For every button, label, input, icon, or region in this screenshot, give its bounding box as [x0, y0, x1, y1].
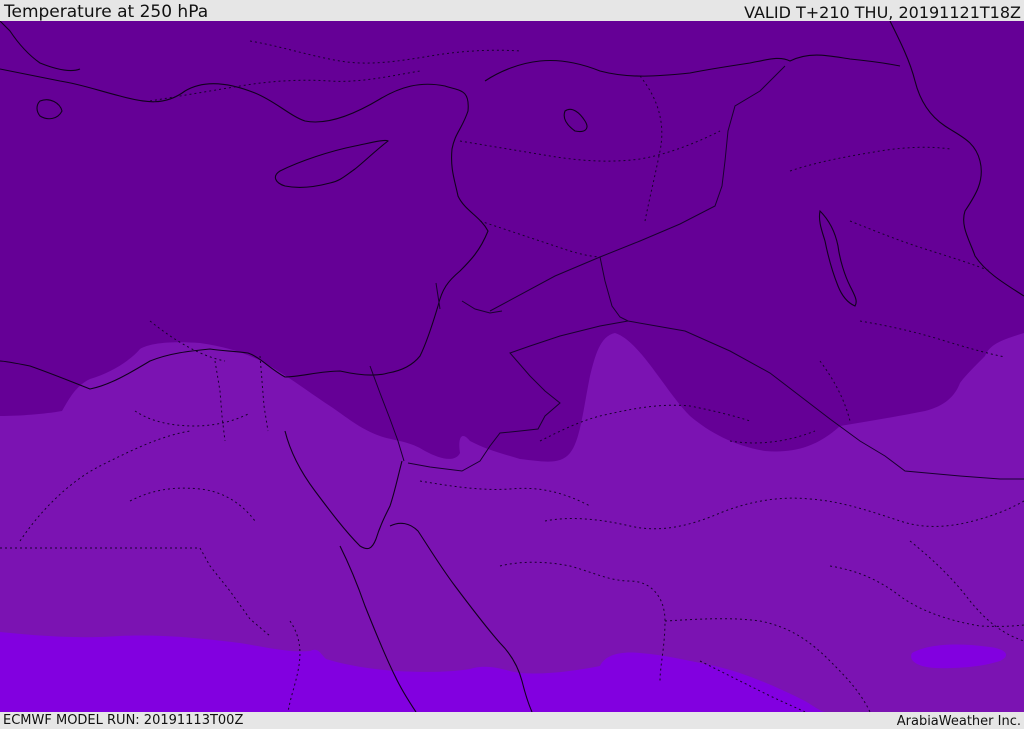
model-run-label: ECMWF MODEL RUN: 20191113T00Z — [3, 713, 244, 728]
temperature-map[interactable] — [0, 21, 1024, 712]
footer-bar: ECMWF MODEL RUN: 20191113T00Z ArabiaWeat… — [0, 712, 1024, 729]
valid-time: VALID T+210 THU, 20191121T18Z — [744, 3, 1021, 22]
header-bar: Temperature at 250 hPa VALID T+210 THU, … — [0, 0, 1024, 21]
credit-label: ArabiaWeather Inc. — [896, 714, 1021, 729]
map-title: Temperature at 250 hPa — [4, 2, 209, 22]
